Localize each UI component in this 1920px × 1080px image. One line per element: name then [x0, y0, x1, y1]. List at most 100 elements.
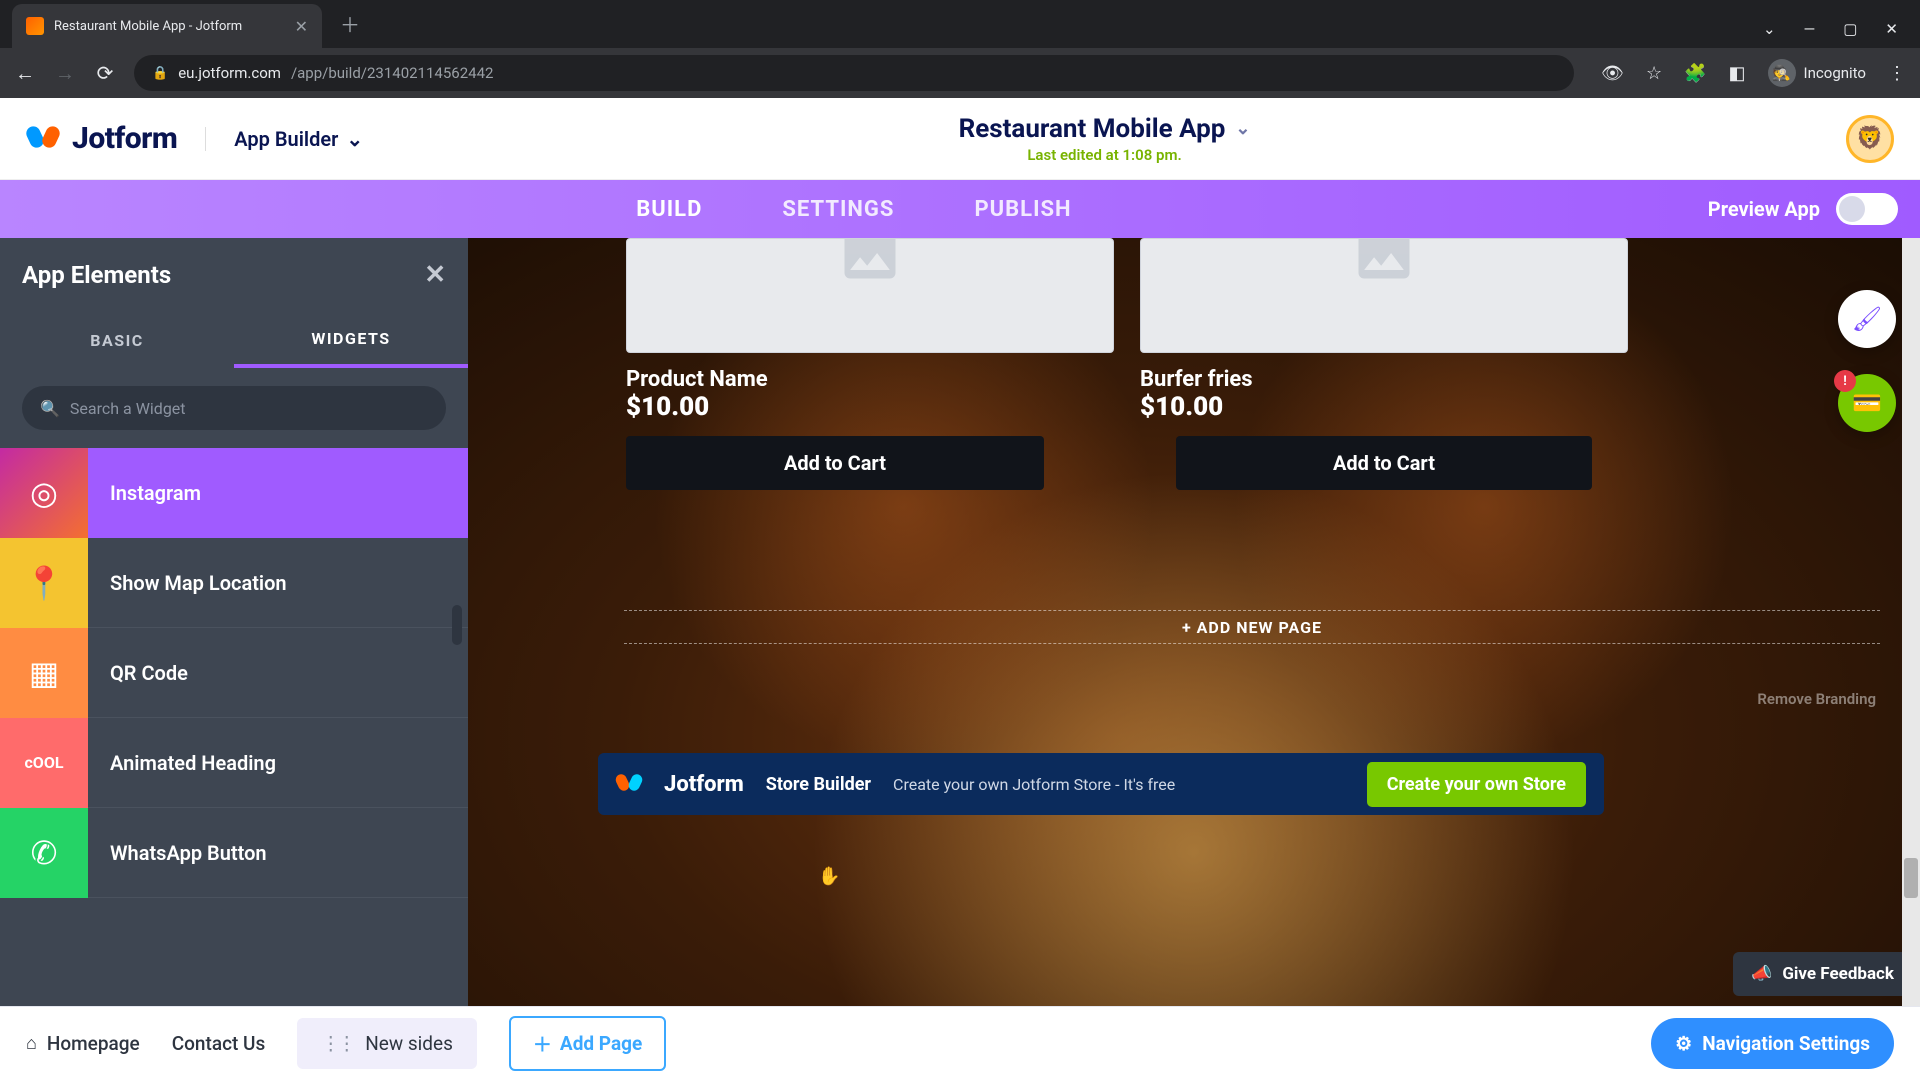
tabs-dropdown-icon[interactable]: ⌄ [1763, 20, 1776, 38]
app-header: Jotform App Builder ⌄ Restaurant Mobile … [0, 98, 1920, 180]
remove-branding-link[interactable]: Remove Branding [1757, 690, 1876, 708]
widget-search-input[interactable]: 🔍 Search a Widget [22, 386, 446, 430]
nav-settings-label: Navigation Settings [1702, 1032, 1870, 1055]
preview-toggle[interactable] [1836, 193, 1898, 225]
incognito-icon: 🕵 [1768, 59, 1796, 87]
product-card[interactable]: Burfer fries $10.00 Add to Cart [1140, 238, 1628, 490]
app-builder-dropdown[interactable]: App Builder ⌄ [205, 127, 363, 151]
sidebar-tab-basic[interactable]: BASIC [0, 312, 234, 368]
widget-label: Animated Heading [110, 751, 276, 775]
widget-item-map[interactable]: 📍 Show Map Location [0, 538, 468, 628]
preview-app-label: Preview App [1708, 197, 1820, 221]
bookmark-star-icon[interactable]: ☆ [1646, 63, 1662, 84]
sidebar-scrollbar-thumb[interactable] [452, 605, 462, 645]
add-to-cart-button[interactable]: Add to Cart [626, 436, 1044, 490]
instagram-icon: ◎ [0, 448, 88, 538]
widget-label: Show Map Location [110, 571, 287, 595]
widget-label: WhatsApp Button [110, 841, 267, 865]
window-controls: ⌄ — ▢ ✕ [1763, 20, 1920, 48]
promo-brand: Jotform [664, 772, 744, 797]
widget-item-animated-heading[interactable]: cOOL Animated Heading [0, 718, 468, 808]
page-chip-new-sides[interactable]: ⋮⋮ New sides [297, 1018, 477, 1069]
product-price: $10.00 [626, 392, 1114, 422]
browser-tab[interactable]: Restaurant Mobile App - Jotform ✕ [12, 4, 322, 48]
new-tab-button[interactable]: ＋ [340, 9, 360, 38]
animated-text-icon: cOOL [0, 718, 88, 808]
close-sidebar-icon[interactable]: ✕ [424, 260, 446, 290]
maximize-window-icon[interactable]: ▢ [1843, 20, 1857, 38]
product-card[interactable]: Product Name $10.00 Add to Cart [626, 238, 1114, 490]
scrollbar-thumb[interactable] [1904, 858, 1918, 898]
close-tab-icon[interactable]: ✕ [295, 17, 308, 36]
user-avatar[interactable]: 🦁 [1846, 115, 1894, 163]
extensions-icon[interactable]: 🧩 [1684, 63, 1706, 84]
tab-settings[interactable]: SETTINGS [782, 197, 894, 222]
url-path: /app/build/231402114562442 [291, 64, 493, 82]
chevron-down-icon: ⌄ [346, 127, 363, 151]
lock-icon: 🔒 [152, 66, 168, 81]
map-pin-icon: 📍 [0, 538, 88, 628]
minimize-window-icon[interactable]: — [1804, 20, 1816, 38]
widget-label: QR Code [110, 661, 188, 685]
nav-contact-label: Contact Us [172, 1032, 266, 1055]
product-name: Burfer fries [1140, 367, 1628, 392]
url-host: eu.jotform.com [178, 64, 281, 82]
image-placeholder-icon [1350, 238, 1418, 287]
brand-name: Jotform [72, 121, 177, 156]
canvas[interactable]: Product Name $10.00 Add to Cart Burfer f… [468, 238, 1920, 1006]
promo-description: Create your own Jotform Store - It's fre… [893, 775, 1175, 794]
nav-homepage-label: Homepage [47, 1032, 140, 1055]
side-panel-icon[interactable]: ◧ [1729, 63, 1746, 84]
canvas-scrollbar[interactable] [1902, 238, 1920, 1006]
create-store-button[interactable]: Create your own Store [1367, 762, 1586, 807]
product-image-placeholder[interactable] [626, 238, 1114, 353]
paint-roller-icon: 🖌 [1852, 305, 1882, 333]
credit-card-icon: 💳 [1852, 389, 1882, 417]
nav-homepage[interactable]: ⌂ Homepage [26, 1032, 140, 1055]
add-page-button[interactable]: ＋ Add Page [509, 1016, 666, 1071]
product-name: Product Name [626, 367, 1114, 392]
promo-sub: Store Builder [766, 774, 871, 795]
payments-float-button[interactable]: ! 💳 [1838, 374, 1896, 432]
style-float-button[interactable]: 🖌 [1838, 290, 1896, 348]
chrome-menu-icon[interactable]: ⋮ [1888, 63, 1906, 84]
add-page-label: Add Page [560, 1032, 642, 1055]
widget-item-whatsapp[interactable]: ✆ WhatsApp Button [0, 808, 468, 898]
close-window-icon[interactable]: ✕ [1885, 20, 1898, 38]
brand-logo[interactable]: Jotform [26, 121, 177, 156]
eye-off-icon[interactable]: 👁 [1601, 63, 1624, 84]
incognito-indicator[interactable]: 🕵 Incognito [1768, 59, 1866, 87]
nav-forward-icon[interactable]: → [54, 61, 76, 86]
product-image-placeholder[interactable] [1140, 238, 1628, 353]
feedback-label: Give Feedback [1782, 964, 1894, 984]
add-new-page-button[interactable]: + ADD NEW PAGE [624, 610, 1880, 644]
megaphone-icon: 📣 [1751, 964, 1772, 984]
main-tab-bar: BUILD SETTINGS PUBLISH Preview App [0, 180, 1920, 238]
widget-item-qr[interactable]: ▦ QR Code [0, 628, 468, 718]
give-feedback-button[interactable]: 📣 Give Feedback [1733, 952, 1912, 996]
widget-item-instagram[interactable]: ◎ Instagram [0, 448, 468, 538]
product-price: $10.00 [1140, 392, 1628, 422]
address-bar: ← → ⟳ 🔒 eu.jotform.com/app/build/2314021… [0, 48, 1920, 98]
promo-banner: Jotform Store Builder Create your own Jo… [598, 753, 1604, 815]
sidebar-tab-widgets[interactable]: WIDGETS [234, 312, 468, 368]
add-to-cart-button[interactable]: Add to Cart [1176, 436, 1592, 490]
app-title: Restaurant Mobile App [959, 114, 1226, 144]
sidebar-title: App Elements [22, 261, 171, 289]
drag-handle-icon: ⋮⋮ [321, 1032, 353, 1055]
search-placeholder: Search a Widget [70, 399, 186, 418]
last-edited-label: Last edited at 1:08 pm. [363, 146, 1846, 164]
tab-publish[interactable]: PUBLISH [974, 197, 1071, 222]
app-title-dropdown[interactable]: Restaurant Mobile App ⌄ [363, 114, 1846, 144]
whatsapp-icon: ✆ [0, 808, 88, 898]
reload-icon[interactable]: ⟳ [94, 61, 116, 85]
browser-tab-strip: Restaurant Mobile App - Jotform ✕ ＋ ⌄ — … [0, 0, 1920, 48]
nav-back-icon[interactable]: ← [14, 61, 36, 86]
url-input[interactable]: 🔒 eu.jotform.com/app/build/2314021145624… [134, 55, 1574, 91]
home-icon: ⌂ [26, 1033, 37, 1054]
navigation-settings-button[interactable]: ⚙ Navigation Settings [1651, 1018, 1894, 1069]
tab-build[interactable]: BUILD [636, 197, 702, 222]
jotform-logo-icon [616, 771, 642, 797]
nav-contact-us[interactable]: Contact Us [172, 1032, 266, 1055]
app-builder-label: App Builder [234, 127, 338, 151]
